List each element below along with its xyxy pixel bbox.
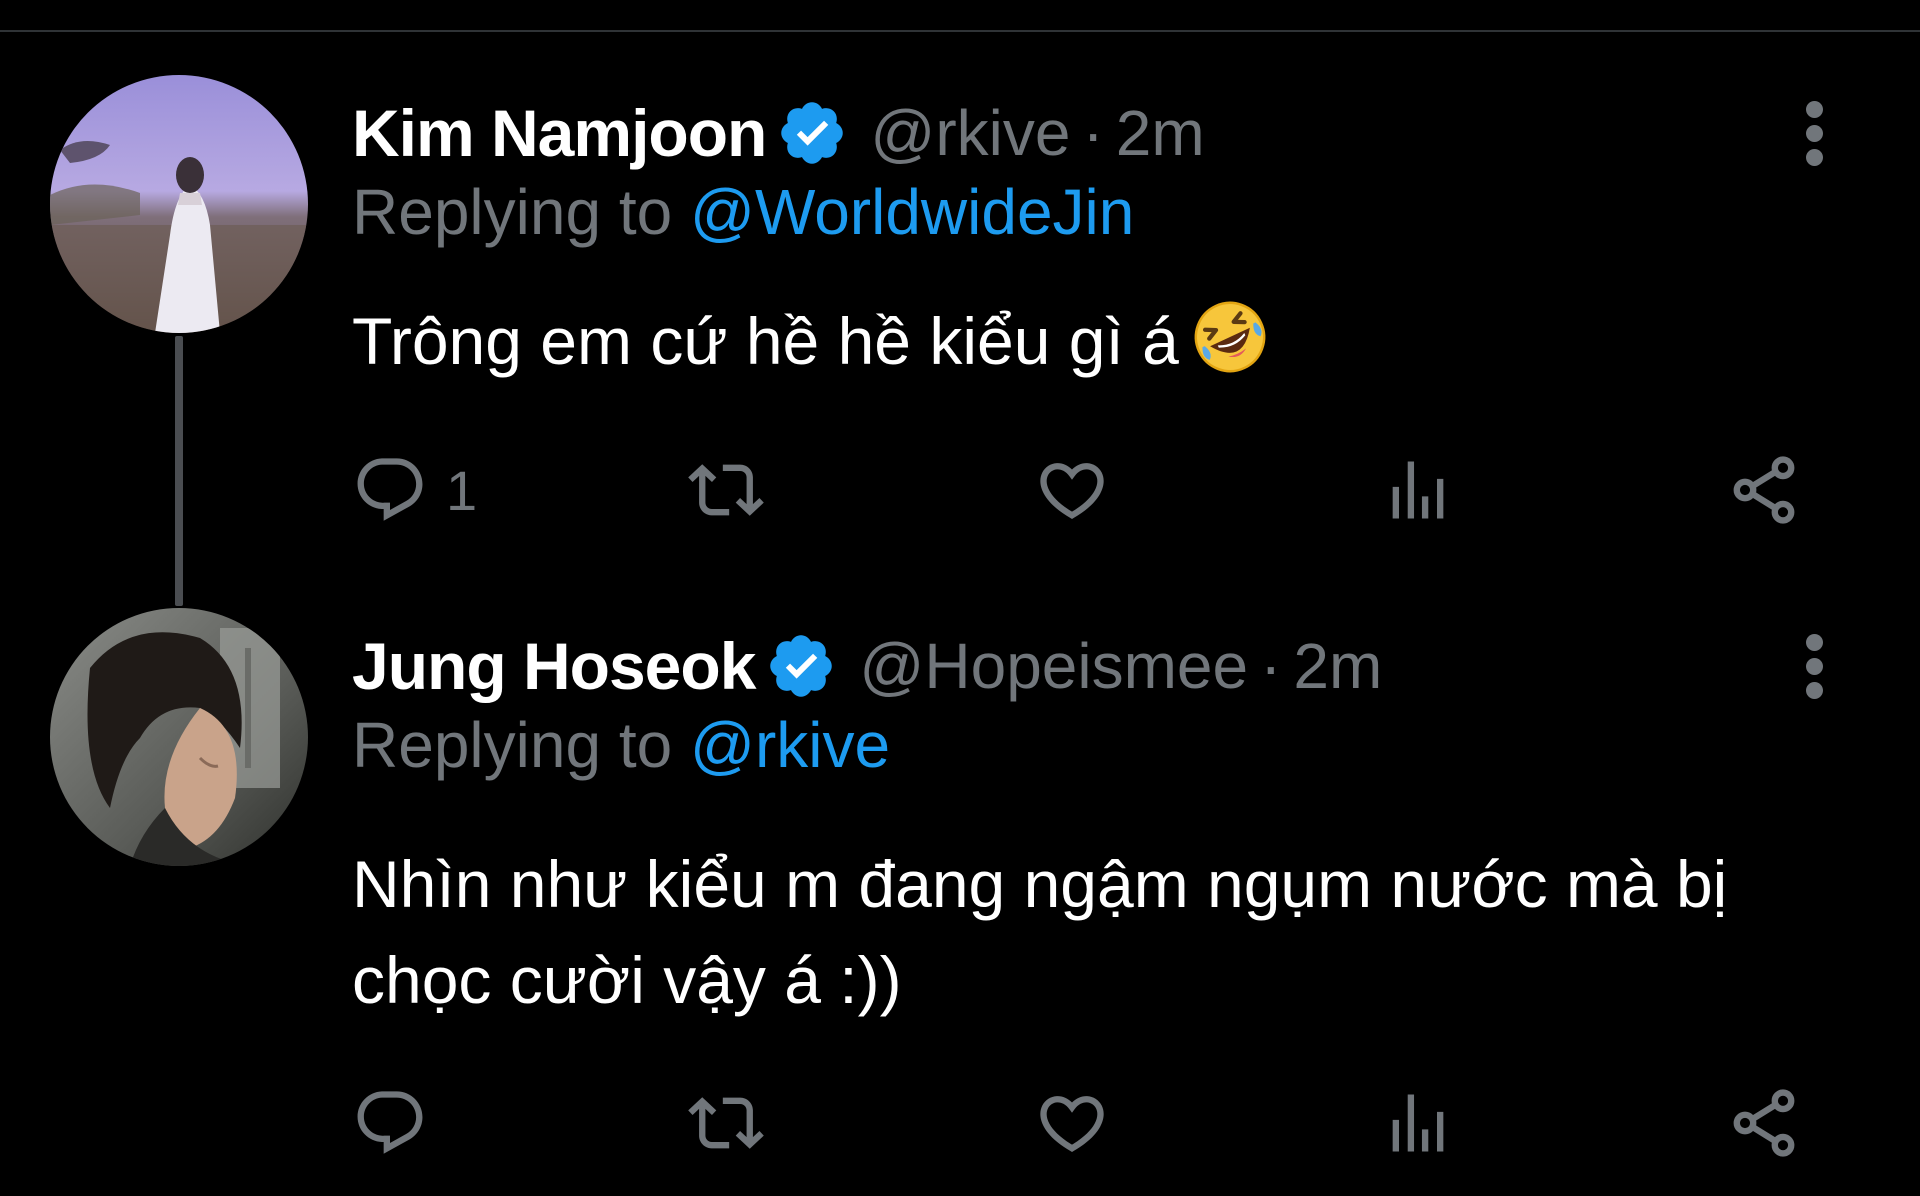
like-button[interactable] xyxy=(1034,1078,1128,1168)
verified-badge-icon xyxy=(765,630,837,702)
reply-count: 1 xyxy=(446,458,478,522)
replying-mention[interactable]: @rkive xyxy=(690,709,890,781)
share-button[interactable] xyxy=(1726,1078,1802,1168)
reply-icon xyxy=(357,458,423,521)
share-button[interactable] xyxy=(1726,445,1802,535)
tweet-header: Jung Hoseok @Hopeismee · 2m xyxy=(352,626,1382,706)
display-name[interactable]: Kim Namjoon xyxy=(352,95,767,171)
views-button[interactable] xyxy=(1380,1078,1474,1168)
top-divider xyxy=(0,30,1920,32)
more-vertical-icon[interactable] xyxy=(1790,626,1840,706)
display-name[interactable]: Jung Hoseok xyxy=(352,628,756,704)
user-handle[interactable]: @Hopeismee xyxy=(859,629,1248,703)
tweet-text: Nhìn như kiểu m đang ngậm ngụm nước mà b… xyxy=(352,836,1727,1028)
share-icon xyxy=(1733,456,1795,524)
tweet-actions: 1 xyxy=(352,445,1832,535)
tweet-actions xyxy=(352,1078,1832,1168)
replying-mention[interactable]: @WorldwideJin xyxy=(690,176,1134,248)
retweet-icon xyxy=(688,1097,764,1149)
reply-icon xyxy=(357,1091,423,1154)
timestamp[interactable]: 2m xyxy=(1293,629,1382,703)
rolling-on-floor-laughing-emoji xyxy=(1191,298,1269,376)
analytics-icon xyxy=(1392,461,1444,519)
user-handle[interactable]: @rkive xyxy=(870,96,1070,170)
replying-to: Replying to @rkive xyxy=(352,708,890,782)
tweet-header: Kim Namjoon @rkive · 2m xyxy=(352,93,1205,173)
retweet-button[interactable] xyxy=(688,445,782,535)
replying-to: Replying to @WorldwideJin xyxy=(352,175,1134,249)
reply-button[interactable]: 1 xyxy=(352,445,477,535)
tweet-text-line: chọc cười vậy á :)) xyxy=(352,943,902,1017)
like-button[interactable] xyxy=(1034,445,1128,535)
analytics-icon xyxy=(1392,1094,1444,1152)
retweet-button[interactable] xyxy=(688,1078,782,1168)
thread-connector-line xyxy=(175,336,183,606)
replying-prefix: Replying to xyxy=(352,176,673,248)
retweet-icon xyxy=(688,464,764,516)
verified-badge-icon xyxy=(776,97,848,169)
tweet-text-line: Trông em cứ hề hề kiểu gì á xyxy=(352,304,1179,378)
share-icon xyxy=(1733,1089,1795,1157)
avatar-jung-hoseok[interactable] xyxy=(50,608,308,866)
separator-dot: · xyxy=(1082,97,1104,169)
more-vertical-icon[interactable] xyxy=(1790,93,1840,173)
tweet-text-line: Nhìn như kiểu m đang ngậm ngụm nước mà b… xyxy=(352,847,1728,921)
heart-icon xyxy=(1040,463,1104,520)
tweet-text: Trông em cứ hề hề kiểu gì á xyxy=(352,293,1269,389)
avatar-kim-namjoon[interactable] xyxy=(50,75,308,333)
reply-button[interactable] xyxy=(352,1078,446,1168)
replying-prefix: Replying to xyxy=(352,709,673,781)
separator-dot: · xyxy=(1260,630,1282,702)
heart-icon xyxy=(1040,1096,1104,1153)
timestamp[interactable]: 2m xyxy=(1116,96,1205,170)
views-button[interactable] xyxy=(1380,445,1474,535)
